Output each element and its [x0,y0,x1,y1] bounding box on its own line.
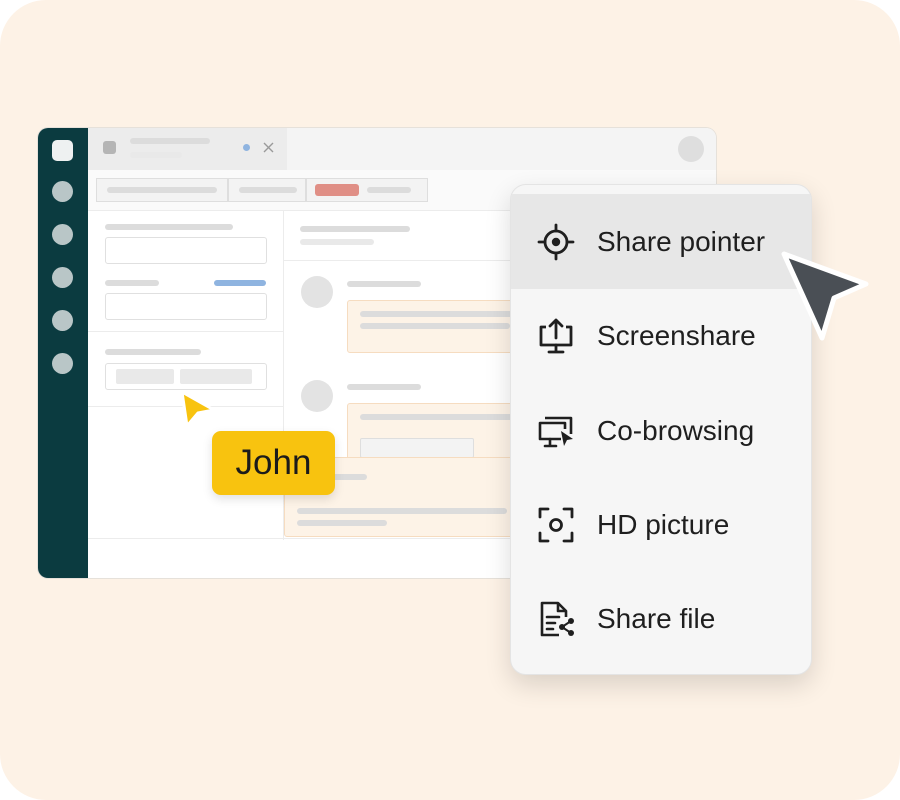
file-share-icon [540,601,574,637]
menu-item-label: Share pointer [597,226,766,257]
tab-bar [88,128,716,171]
menu-item-label: HD picture [597,509,730,540]
sidebar-item-3[interactable] [52,267,73,288]
toolbar-segment-2[interactable] [228,178,306,202]
illustration-background: John Share pointer Screenshare Co-browsi… [0,0,900,800]
form-field-1[interactable] [105,237,267,264]
tab-subtitle-placeholder [130,152,182,158]
sidebar-item-2[interactable] [52,224,73,245]
sidebar-item-4[interactable] [52,310,73,331]
sidebar-item-5[interactable] [52,353,73,374]
form-label-1 [105,224,233,230]
monitor-upload-icon [539,318,573,354]
sidebar-logo[interactable] [52,140,73,161]
toolbar-red-badge [315,184,359,196]
collaborator-cursor-icon [180,390,216,428]
menu-item-screenshare[interactable]: Screenshare [511,288,811,383]
collaborator-name-tag: John [212,431,335,495]
form-field-2[interactable] [105,293,267,320]
tab-close-icon[interactable] [263,142,274,153]
form-label-3 [105,349,201,355]
menu-item-hd-picture[interactable]: HD picture [511,477,811,572]
message-avatar [301,276,333,308]
message-avatar [301,380,333,412]
form-field-3[interactable] [105,363,267,390]
form-label-2 [105,280,159,286]
active-tab[interactable] [88,128,287,170]
menu-item-share-file[interactable]: Share file [511,571,811,666]
tab-unread-dot [243,144,250,151]
share-menu: Share pointer Screenshare Co-browsing HD… [510,184,812,675]
tab-title-placeholder [130,138,210,144]
conversation-title-placeholder [300,226,410,232]
menu-item-label: Co-browsing [597,415,755,446]
camera-focus-icon [538,507,574,543]
cobrowse-icon [538,416,573,448]
crosshair-icon [537,223,575,261]
tab-favicon-icon [103,141,116,154]
menu-item-share-pointer[interactable]: Share pointer [511,194,811,289]
shared-pointer-cursor-icon [781,251,869,341]
toolbar-segment-3[interactable] [306,178,428,202]
toolbar-segment-1[interactable] [96,178,228,202]
avatar[interactable] [678,136,704,162]
menu-item-label: Screenshare [597,320,756,351]
menu-item-label: Share file [597,603,716,634]
form-link[interactable] [214,280,266,286]
sidebar [38,128,88,578]
sidebar-item-1[interactable] [52,181,73,202]
menu-item-co-browsing[interactable]: Co-browsing [511,383,811,478]
